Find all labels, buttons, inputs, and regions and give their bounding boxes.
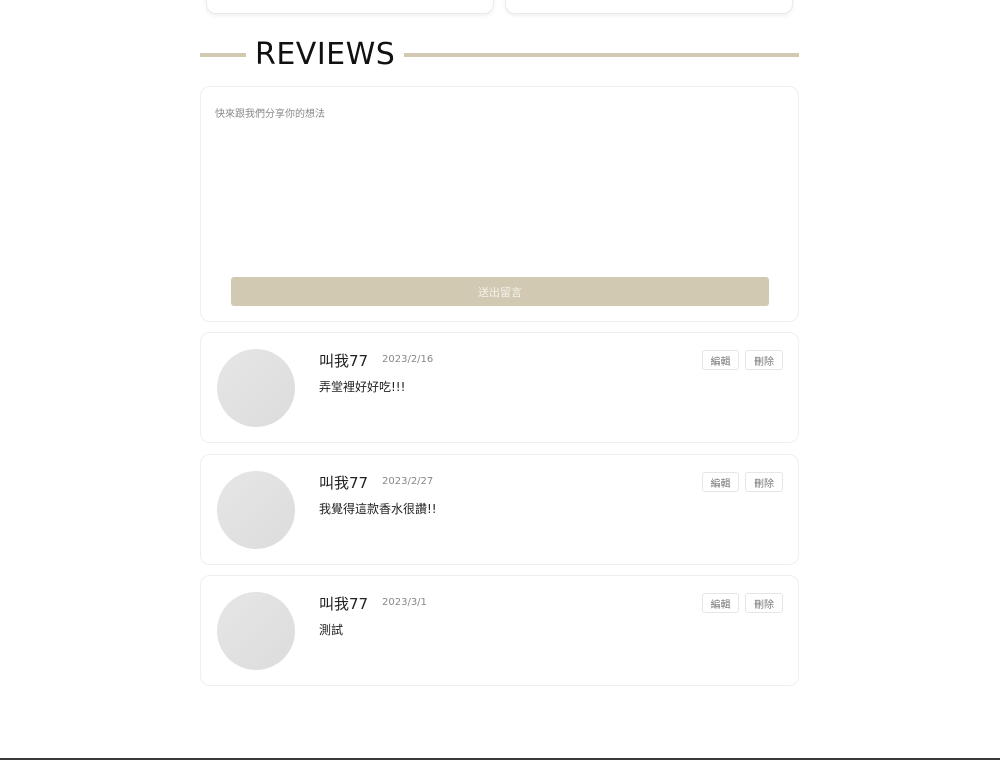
reviews-title: REVIEWS <box>255 37 396 72</box>
product-card-left[interactable] <box>206 0 494 14</box>
avatar <box>217 349 295 427</box>
review-author: 叫我77 <box>319 595 369 613</box>
edit-review-button[interactable]: 編輯 <box>702 350 739 370</box>
review-card: 叫我77 2023/2/16 弄堂裡好好吃!!! 編輯 刪除 <box>200 332 799 443</box>
delete-review-button[interactable]: 刪除 <box>745 472 783 492</box>
delete-review-button[interactable]: 刪除 <box>745 593 783 613</box>
review-content: 測試 <box>319 623 344 637</box>
edit-review-button[interactable]: 編輯 <box>702 472 739 492</box>
review-compose-box: 送出留言 <box>200 86 799 322</box>
review-date: 2023/2/27 <box>382 476 434 487</box>
title-line-left <box>200 53 246 57</box>
delete-review-button[interactable]: 刪除 <box>745 350 783 370</box>
submit-review-button[interactable]: 送出留言 <box>231 277 769 306</box>
review-content: 我覺得這款香水很讚!! <box>319 502 437 516</box>
reviews-header: REVIEWS <box>200 34 799 76</box>
product-card-right[interactable] <box>505 0 793 14</box>
review-content: 弄堂裡好好吃!!! <box>319 380 406 394</box>
review-card: 叫我77 2023/3/1 測試 編輯 刪除 <box>200 575 799 686</box>
review-date: 2023/3/1 <box>382 597 427 608</box>
review-textarea[interactable] <box>215 105 781 255</box>
title-line-right <box>404 53 799 57</box>
review-card: 叫我77 2023/2/27 我覺得這款香水很讚!! 編輯 刪除 <box>200 454 799 565</box>
review-author: 叫我77 <box>319 352 369 370</box>
avatar <box>217 592 295 670</box>
edit-review-button[interactable]: 編輯 <box>702 593 739 613</box>
avatar <box>217 471 295 549</box>
review-author: 叫我77 <box>319 474 369 492</box>
review-date: 2023/2/16 <box>382 354 434 365</box>
